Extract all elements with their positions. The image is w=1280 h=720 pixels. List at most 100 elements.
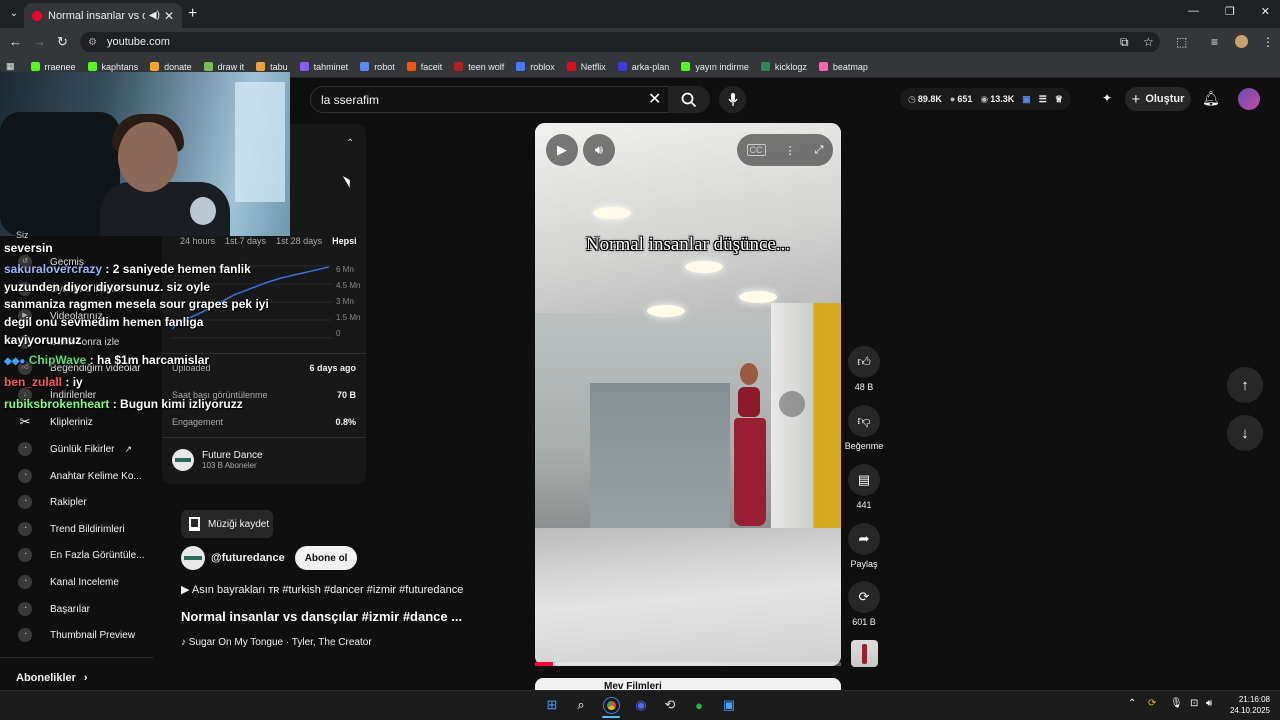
channel-handle[interactable]: @futuredance: [211, 552, 285, 564]
notifications-bell-icon[interactable]: 🔔︎: [1202, 90, 1220, 107]
range-28d[interactable]: 1st 28 days: [276, 236, 322, 246]
chrome-taskbar-icon[interactable]: [602, 696, 620, 714]
minimize-icon[interactable]: —: [1188, 5, 1199, 18]
subscriptions-heading[interactable]: Abonelikler ›: [16, 672, 88, 684]
create-button[interactable]: + Oluştur: [1125, 87, 1191, 111]
address-bar[interactable]: ⚙ youtube.com: [80, 32, 1160, 52]
bookmark-item[interactable]: faceit: [406, 62, 442, 72]
chrome-menu-icon[interactable]: ⋮: [1262, 35, 1274, 49]
range-24h[interactable]: 24 hours: [180, 236, 215, 246]
active-tab[interactable]: Normal insanlar vs dansçılar ◀) ✕: [24, 3, 182, 28]
channel-card[interactable]: Future Dance 103 B Aboneler: [172, 449, 263, 471]
bookmark-item[interactable]: teen wolf: [454, 62, 504, 72]
clear-search-icon[interactable]: ✕: [648, 89, 661, 109]
range-7d[interactable]: 1st 7 days: [225, 236, 266, 246]
start-icon[interactable]: ⊞: [543, 696, 561, 714]
extensions-icon[interactable]: ⬚: [1176, 35, 1187, 49]
video-title[interactable]: Normal insanlar vs dansçılar #izmir #dan…: [181, 609, 462, 624]
captions-icon[interactable]: CC: [746, 144, 766, 156]
studio-gear-icon[interactable]: ✦: [1102, 91, 1112, 105]
previous-short-button[interactable]: ↑: [1227, 367, 1263, 403]
menu-lines-icon[interactable]: ☰: [1039, 94, 1047, 105]
sidebar-tool-keywords[interactable]: ◔ Anahtar Kelime Ko...: [18, 466, 142, 486]
app-taskbar-icon[interactable]: ⟲: [661, 696, 679, 714]
bookmark-star-icon[interactable]: ☆: [1143, 35, 1154, 49]
bookmark-item[interactable]: yayın indirme: [681, 62, 749, 72]
next-short-button[interactable]: ↓: [1227, 415, 1263, 451]
tray-volume-icon[interactable]: 🔊︎: [1206, 698, 1212, 709]
collapse-chevron-icon[interactable]: ⌃: [346, 138, 354, 149]
forward-icon[interactable]: →: [33, 34, 46, 49]
bookmark-item[interactable]: roblox: [516, 62, 555, 72]
bookmark-item[interactable]: tabu: [256, 62, 288, 72]
photos-taskbar-icon[interactable]: ▣: [720, 696, 738, 714]
tray-mic-icon[interactable]: 🎙︎: [1170, 698, 1183, 709]
video-hashtags[interactable]: ▶ Asın bayrakları ᴛʀ #turkish #dancer #i…: [181, 583, 463, 596]
close-window-icon[interactable]: ✕: [1261, 5, 1270, 18]
bookmark-item[interactable]: Netflix: [566, 62, 606, 72]
account-avatar[interactable]: [1238, 88, 1260, 110]
volume-button[interactable]: 🔊︎: [583, 134, 615, 166]
bookmark-item[interactable]: beatmap: [818, 62, 868, 72]
play-button[interactable]: ▶: [546, 134, 578, 166]
sidebar-item-clips[interactable]: ✂ Klipleriniz: [18, 412, 93, 432]
share-button[interactable]: ➦: [848, 523, 880, 555]
more-options-icon[interactable]: ⋮: [785, 144, 796, 157]
comments-button[interactable]: ▤: [848, 464, 880, 496]
trophy-icon[interactable]: ♕: [1055, 94, 1063, 105]
profile-avatar[interactable]: [1235, 35, 1248, 48]
channel-avatar[interactable]: [181, 546, 205, 570]
sidebar-tool-trend-alerts[interactable]: ◔ Trend Bildirimleri: [18, 519, 125, 539]
spotify-taskbar-icon[interactable]: ●: [690, 696, 708, 714]
media-control-icon[interactable]: ≡: [1211, 35, 1218, 49]
like-button[interactable]: 👍︎: [848, 346, 880, 378]
tray-app-icon[interactable]: ⟳: [1148, 698, 1156, 709]
you-section-label[interactable]: Siz: [16, 230, 29, 240]
sidebar-tool-achievements[interactable]: ◔ Başarılar: [18, 599, 90, 619]
subscribe-button[interactable]: Abone ol: [294, 546, 358, 570]
sound-thumbnail[interactable]: [851, 640, 878, 667]
tab-close-icon[interactable]: ✕: [164, 9, 174, 23]
system-clock[interactable]: 21:16:08 24.10.2025: [1230, 694, 1270, 716]
bookmark-item[interactable]: donate: [150, 62, 192, 72]
shorts-video-player[interactable]: [535, 123, 841, 666]
sidebar-tool-channel-review[interactable]: ◔ Kanal Inceleme: [18, 572, 119, 592]
tab-search-icon[interactable]: ⌄: [6, 6, 22, 22]
next-short-preview[interactable]: [535, 678, 841, 690]
search-button[interactable]: [668, 86, 710, 113]
range-all[interactable]: Hepsi: [332, 236, 357, 246]
new-tab-button[interactable]: +: [188, 5, 197, 23]
bookmark-item[interactable]: arka-plan: [617, 62, 669, 72]
extension-stats[interactable]: ◷ 89.8K ● 651 ◉ 13.3K ▣ ☰ ♕: [900, 88, 1071, 110]
bookmark-item[interactable]: tahminet: [299, 62, 348, 72]
reload-icon[interactable]: ↻: [57, 34, 68, 50]
bookmark-item[interactable]: kicklogz: [760, 62, 807, 72]
tray-chevron-icon[interactable]: ⌃: [1128, 698, 1136, 709]
install-app-icon[interactable]: ⧉: [1120, 35, 1129, 50]
tray-network-icon[interactable]: ⊡: [1190, 698, 1198, 709]
site-info-icon[interactable]: ⚙: [88, 37, 97, 48]
bookmark-item[interactable]: rraenee: [30, 62, 76, 72]
sidebar-tool-competitors[interactable]: ◔ Rakipler: [18, 492, 87, 512]
apps-icon[interactable]: ▦: [6, 61, 15, 72]
bookmark-item[interactable]: draw it: [203, 62, 244, 72]
taskbar-search-icon[interactable]: ⌕: [572, 696, 590, 714]
sidebar-tool-thumbnail-preview[interactable]: ◔ Thumbnail Preview: [18, 625, 135, 645]
back-icon[interactable]: ←: [9, 34, 22, 49]
search-input[interactable]: la sserafim: [321, 93, 379, 107]
song-credit[interactable]: ♪ Sugar On My Tongue · Tyler, The Creato…: [181, 637, 372, 648]
tab-audio-icon[interactable]: ◀): [149, 10, 160, 21]
voice-search-button[interactable]: [719, 86, 746, 113]
video-progress-bar[interactable]: [535, 662, 841, 666]
dislike-button[interactable]: 👎︎: [848, 405, 880, 437]
restore-icon[interactable]: ❐: [1225, 5, 1235, 18]
fullscreen-icon[interactable]: ⤢: [815, 144, 824, 157]
sidebar-tool-most-viewed[interactable]: ◔ En Fazla Görüntüle...: [18, 545, 145, 565]
sidebar-tool-daily-ideas[interactable]: ◔ Günlük Fikirler ↗: [18, 439, 132, 459]
discord-taskbar-icon[interactable]: ◉: [632, 696, 650, 714]
vidiq-icon[interactable]: ▣: [1022, 94, 1031, 105]
bookmark-item[interactable]: robot: [360, 62, 395, 72]
save-music-button[interactable]: Müziği kaydet: [181, 510, 273, 538]
bookmark-item[interactable]: kaphtans: [87, 62, 138, 72]
remix-button[interactable]: ⟳: [848, 581, 880, 613]
